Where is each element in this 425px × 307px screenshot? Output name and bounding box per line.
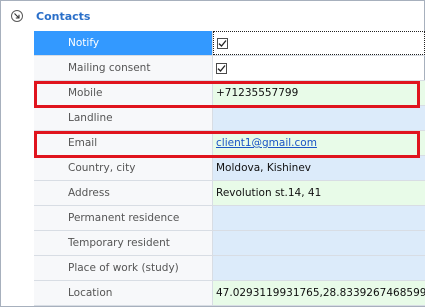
country-city-value[interactable]: Moldova, Kishinev [213,156,425,180]
contacts-grid: Notify Mailing consent Mobile +712355577… [34,31,425,306]
notify-value-cell[interactable] [213,31,425,55]
row-permanent-residence[interactable]: Permanent residence [34,206,425,231]
row-label: Landline [34,106,213,130]
row-country-city[interactable]: Country, city Moldova, Kishinev [34,156,425,181]
row-label: Notify [34,31,213,55]
checkmark-icon [218,39,227,47]
row-label: Permanent residence [34,206,213,230]
row-label: Address [34,181,213,205]
row-address[interactable]: Address Revolution st.14, 41 [34,181,425,206]
row-mailing-consent[interactable]: Mailing consent [34,56,425,81]
email-value-cell[interactable]: client1@gmail.com [213,131,425,155]
row-place-of-work[interactable]: Place of work (study) [34,256,425,281]
mailing-consent-checkbox[interactable] [216,62,227,74]
row-label: Email [34,131,213,155]
property-grid-panel: Contacts Notify Mailing consent Mobile +… [0,0,425,307]
place-of-work-value[interactable] [213,256,425,280]
row-temporary-resident[interactable]: Temporary resident [34,231,425,256]
row-label: Location [34,281,213,305]
mobile-value[interactable]: +71235557799 [213,81,425,105]
collapse-circle-icon[interactable] [11,10,23,22]
row-label: Country, city [34,156,213,180]
row-label: Mobile [34,81,213,105]
row-label: Temporary resident [34,231,213,255]
row-label: Mailing consent [34,56,213,80]
contacts-group-header[interactable]: Contacts [1,1,424,31]
row-label: Place of work (study) [34,256,213,280]
address-value[interactable]: Revolution st.14, 41 [213,181,425,205]
temporary-resident-value[interactable] [213,231,425,255]
permanent-residence-value[interactable] [213,206,425,230]
group-title: Contacts [36,9,91,23]
landline-value[interactable] [213,106,425,130]
row-notify[interactable]: Notify [34,31,425,56]
location-value[interactable]: 47.0293119931765,28.8339267468599 [213,281,425,305]
checkmark-icon [217,64,226,72]
row-landline[interactable]: Landline [34,106,425,131]
row-mobile[interactable]: Mobile +71235557799 [34,81,425,106]
email-link[interactable]: client1@gmail.com [216,137,317,149]
row-email[interactable]: Email client1@gmail.com [34,131,425,156]
notify-checkbox[interactable] [217,37,228,49]
mailing-consent-value-cell[interactable] [213,56,425,80]
row-location[interactable]: Location 47.0293119931765,28.83392674685… [34,281,425,306]
